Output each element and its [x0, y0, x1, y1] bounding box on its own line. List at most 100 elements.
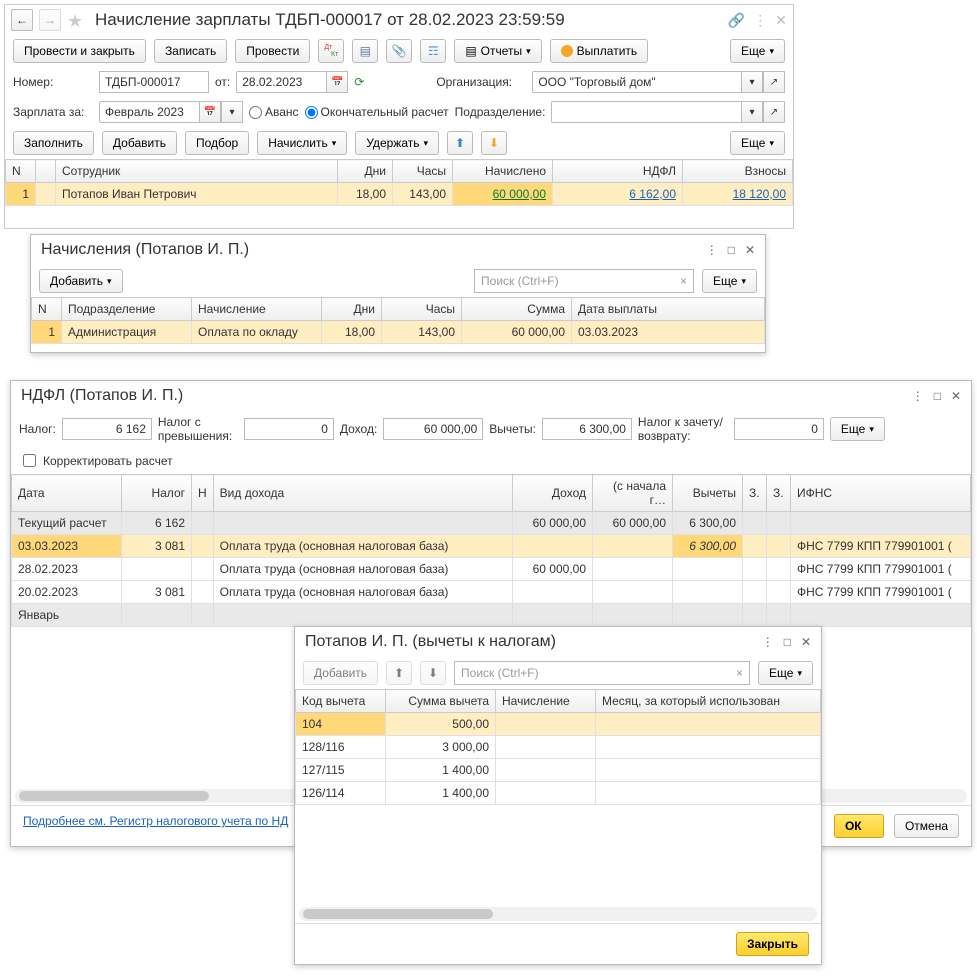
- dept-field[interactable]: [551, 101, 741, 123]
- fill-button[interactable]: Заполнить: [13, 131, 94, 155]
- ded-horizontal-scrollbar[interactable]: [299, 907, 817, 921]
- ded-move-down-button[interactable]: ⬇: [420, 661, 446, 685]
- dept-dropdown-icon[interactable]: ▾: [741, 101, 763, 123]
- ndfl-link[interactable]: 6 162,00: [629, 187, 676, 201]
- accruals-menu-icon[interactable]: ⋮: [706, 243, 718, 257]
- ded-search-input[interactable]: Поиск (Ctrl+F) ×: [454, 661, 750, 685]
- ded-close-icon[interactable]: ✕: [801, 635, 811, 649]
- income-field[interactable]: 60 000,00: [383, 418, 483, 440]
- ndfl-row[interactable]: 20.02.20233 081Оплата труда (основная на…: [12, 581, 971, 604]
- ndfl-maximize-icon[interactable]: □: [934, 389, 941, 403]
- contrib-link[interactable]: 18 120,00: [733, 187, 786, 201]
- move-up-button[interactable]: ⬆: [447, 131, 473, 155]
- coin-icon: [561, 45, 573, 57]
- ndfl-row[interactable]: Январь: [12, 604, 971, 627]
- period-field[interactable]: Февраль 2023: [99, 101, 199, 123]
- accruals-table: N Подразделение Начисление Дни Часы Сумм…: [31, 297, 765, 344]
- accruals-search-input[interactable]: Поиск (Ctrl+F) ×: [474, 269, 694, 293]
- deduction-row[interactable]: 126/1141 400,00: [296, 782, 821, 805]
- nav-forward-button[interactable]: →: [39, 9, 61, 31]
- ded-menu-icon[interactable]: ⋮: [762, 635, 774, 649]
- reports-button[interactable]: ▤ Отчеты: [454, 39, 541, 63]
- attachment-button[interactable]: 📎: [386, 39, 412, 63]
- nav-back-button[interactable]: ←: [11, 9, 33, 31]
- correct-checkbox[interactable]: Корректировать расчет: [19, 451, 173, 470]
- org-open-icon[interactable]: ↗: [763, 71, 785, 93]
- accruals-row[interactable]: 1 Администрация Оплата по окладу 18,00 1…: [32, 321, 765, 344]
- ndfl-table: Дата Налог Н Вид дохода Доход (с начала …: [11, 474, 971, 627]
- employee-row[interactable]: 1 Потапов Иван Петрович 18,00 143,00 60 …: [6, 183, 793, 206]
- accruals-maximize-icon[interactable]: □: [728, 243, 735, 257]
- save-button[interactable]: Записать: [154, 39, 227, 63]
- ndfl-row[interactable]: 03.03.20233 081Оплата труда (основная на…: [12, 535, 971, 558]
- deduction-row[interactable]: 128/1163 000,00: [296, 736, 821, 759]
- number-field[interactable]: ТДБП-000017: [99, 71, 209, 93]
- col-ndfl[interactable]: НДФЛ: [553, 160, 683, 183]
- deduction-row[interactable]: 104500,00: [296, 713, 821, 736]
- move-down-button[interactable]: ⬇: [481, 131, 507, 155]
- col-accrued[interactable]: Начислено: [453, 160, 553, 183]
- date-field[interactable]: 28.02.2023: [236, 71, 326, 93]
- pay-button[interactable]: Выплатить: [550, 39, 649, 63]
- cancel-button[interactable]: Отмена: [894, 814, 959, 838]
- pick-button[interactable]: Подбор: [185, 131, 249, 155]
- document-icon-button[interactable]: ▤: [352, 39, 378, 63]
- org-dropdown-icon[interactable]: ▾: [741, 71, 763, 93]
- ded-maximize-icon[interactable]: □: [784, 635, 791, 649]
- accruals-add-button[interactable]: Добавить: [39, 269, 123, 293]
- post-close-button[interactable]: Провести и закрыть: [13, 39, 146, 63]
- col-contrib[interactable]: Взносы: [683, 160, 793, 183]
- ndfl-close-icon[interactable]: ✕: [951, 389, 961, 403]
- deduct-button[interactable]: Удержать: [355, 131, 439, 155]
- deduction-row[interactable]: 127/1151 400,00: [296, 759, 821, 782]
- structure-button[interactable]: ☶: [420, 39, 446, 63]
- col-employee[interactable]: Сотрудник: [56, 160, 338, 183]
- credit-field[interactable]: 0: [734, 418, 824, 440]
- col-n[interactable]: N: [6, 160, 36, 183]
- period-calendar-icon[interactable]: 📅: [199, 101, 221, 123]
- col-marker[interactable]: [36, 160, 56, 183]
- ded-search-clear-icon[interactable]: ×: [736, 666, 743, 680]
- more-button[interactable]: Еще: [730, 39, 785, 63]
- period-dropdown-icon[interactable]: ▾: [221, 101, 243, 123]
- tax-field[interactable]: 6 162: [62, 418, 152, 440]
- accrued-link[interactable]: 60 000,00: [493, 187, 546, 201]
- ndfl-menu-icon[interactable]: ⋮: [912, 389, 924, 403]
- close-button[interactable]: Закрыть: [736, 932, 809, 956]
- ndfl-row[interactable]: 28.02.2023Оплата труда (основная налогов…: [12, 558, 971, 581]
- register-link[interactable]: Подробнее см. Регистр налогового учета п…: [23, 814, 288, 838]
- dept-label: Подразделение:: [455, 105, 546, 119]
- close-icon[interactable]: ✕: [775, 12, 787, 29]
- org-field[interactable]: ООО "Торговый дом": [532, 71, 741, 93]
- dept-open-icon[interactable]: ↗: [763, 101, 785, 123]
- excess-field[interactable]: 0: [244, 418, 334, 440]
- favorite-star-icon[interactable]: ★: [67, 11, 85, 29]
- deduct-field[interactable]: 6 300,00: [542, 418, 632, 440]
- search-clear-icon[interactable]: ×: [680, 274, 687, 288]
- add-button[interactable]: Добавить: [102, 131, 177, 155]
- ded-add-button[interactable]: Добавить: [303, 661, 378, 685]
- col-days[interactable]: Дни: [338, 160, 393, 183]
- debit-credit-button[interactable]: [318, 39, 344, 63]
- calendar-icon[interactable]: 📅: [326, 71, 348, 93]
- link-icon[interactable]: 🔗: [728, 12, 745, 29]
- more-vertical-icon[interactable]: ⋮: [753, 12, 767, 29]
- post-button[interactable]: Провести: [235, 39, 310, 63]
- number-label: Номер:: [13, 75, 93, 89]
- main-table-more-button[interactable]: Еще: [730, 131, 785, 155]
- ok-button[interactable]: ОК: [834, 814, 884, 838]
- ndfl-more-button[interactable]: Еще: [830, 417, 885, 441]
- accruals-more-button[interactable]: Еще: [702, 269, 757, 293]
- excess-label: Налог с превышения:: [158, 415, 238, 443]
- col-hours[interactable]: Часы: [393, 160, 453, 183]
- org-label: Организация:: [436, 75, 526, 89]
- advance-radio[interactable]: Аванс: [249, 105, 299, 119]
- ded-move-up-button[interactable]: ⬆: [386, 661, 412, 685]
- ndfl-row[interactable]: Текущий расчет6 16260 000,0060 000,006 3…: [12, 512, 971, 535]
- ded-more-button[interactable]: Еще: [758, 661, 813, 685]
- accrue-button[interactable]: Начислить: [257, 131, 347, 155]
- date-refresh-icon[interactable]: ⟳: [354, 75, 364, 89]
- salary-document-window: ← → ★ Начисление зарплаты ТДБП-000017 от…: [4, 4, 794, 229]
- final-radio[interactable]: Окончательный расчет: [305, 105, 449, 119]
- accruals-close-icon[interactable]: ✕: [745, 243, 755, 257]
